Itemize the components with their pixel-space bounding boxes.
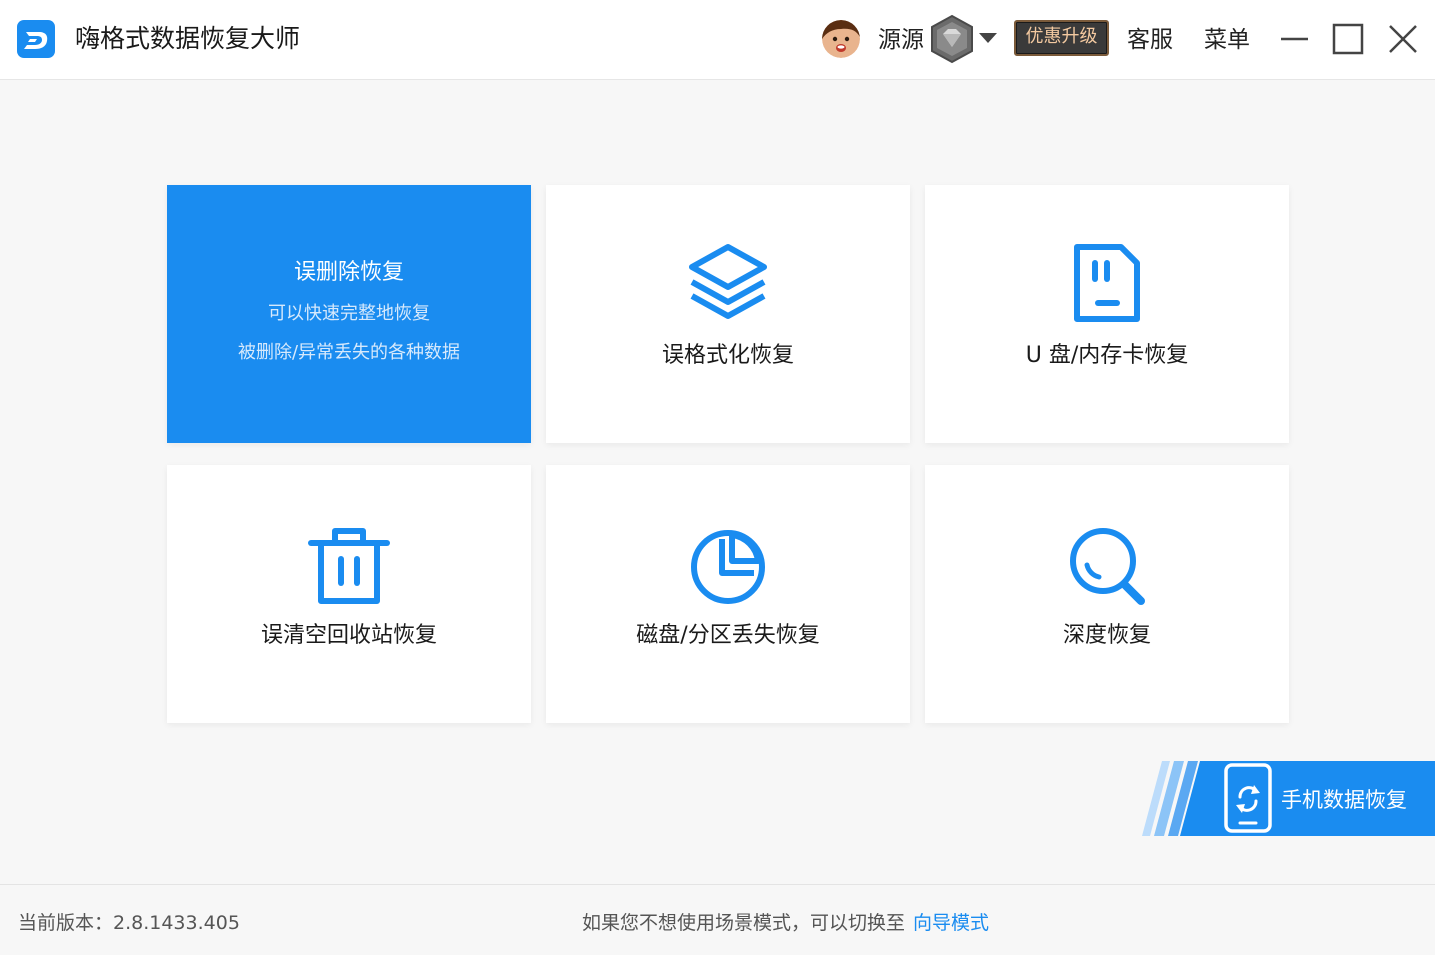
card-format-recovery[interactable]: 误格式化恢复 (546, 185, 910, 443)
close-icon[interactable] (1386, 22, 1420, 56)
mode-hint-text: 如果您不想使用场景模式，可以切换至 (582, 912, 906, 934)
app-logo-icon (17, 20, 55, 58)
diamond-badge-icon (931, 14, 973, 64)
card-partition-recovery[interactable]: 磁盘/分区丢失恢复 (546, 465, 910, 723)
card-title: 深度恢复 (1062, 623, 1151, 648)
footer: 当前版本：2.8.1433.405 如果您不想使用场景模式，可以切换至 向导模式 (0, 884, 1435, 955)
card-title: 误格式化恢复 (661, 343, 794, 368)
search-icon (1070, 528, 1145, 605)
menu-button[interactable]: 菜单 (1204, 24, 1250, 56)
card-recycle-bin-recovery[interactable]: 误清空回收站恢复 (167, 465, 531, 723)
pie-chart-icon (691, 530, 765, 604)
version-text: 当前版本：2.8.1433.405 (18, 912, 240, 934)
chevron-down-icon[interactable] (977, 31, 999, 45)
title-bar: 嗨格式数据恢复大师 源源 优惠升级 客服 菜单 (0, 0, 1435, 80)
app-title: 嗨格式数据恢复大师 (75, 24, 301, 53)
avatar-image (822, 20, 860, 58)
mobile-recovery-label: 手机数据恢复 (1281, 788, 1407, 812)
layers-icon (689, 244, 767, 319)
card-desc-line2: 被删除/异常丢失的各种数据 (237, 342, 461, 363)
card-title: U 盘/内存卡恢复 (1025, 343, 1189, 368)
trash-icon (308, 528, 390, 604)
card-title: 误删除恢复 (293, 260, 404, 285)
card-title: 磁盘/分区丢失恢复 (636, 623, 820, 648)
card-title: 误清空回收站恢复 (260, 623, 437, 648)
card-usb-recovery[interactable]: U 盘/内存卡恢复 (925, 185, 1289, 443)
mode-hint: 如果您不想使用场景模式，可以切换至 向导模式 (582, 909, 989, 937)
maximize-icon[interactable] (1331, 22, 1365, 56)
guide-mode-link[interactable]: 向导模式 (913, 912, 989, 934)
username[interactable]: 源源 (878, 24, 924, 56)
upgrade-button[interactable]: 优惠升级 (1014, 20, 1109, 56)
service-button[interactable]: 客服 (1127, 24, 1173, 56)
card-desc-line1: 可以快速完整地恢复 (268, 303, 430, 324)
sd-card-icon (1074, 244, 1140, 322)
card-deep-recovery[interactable]: 深度恢复 (925, 465, 1289, 723)
minimize-icon[interactable] (1278, 22, 1312, 56)
avatar[interactable] (822, 20, 860, 58)
card-delete-recovery[interactable]: 误删除恢复 可以快速完整地恢复 被删除/异常丢失的各种数据 (167, 185, 531, 443)
